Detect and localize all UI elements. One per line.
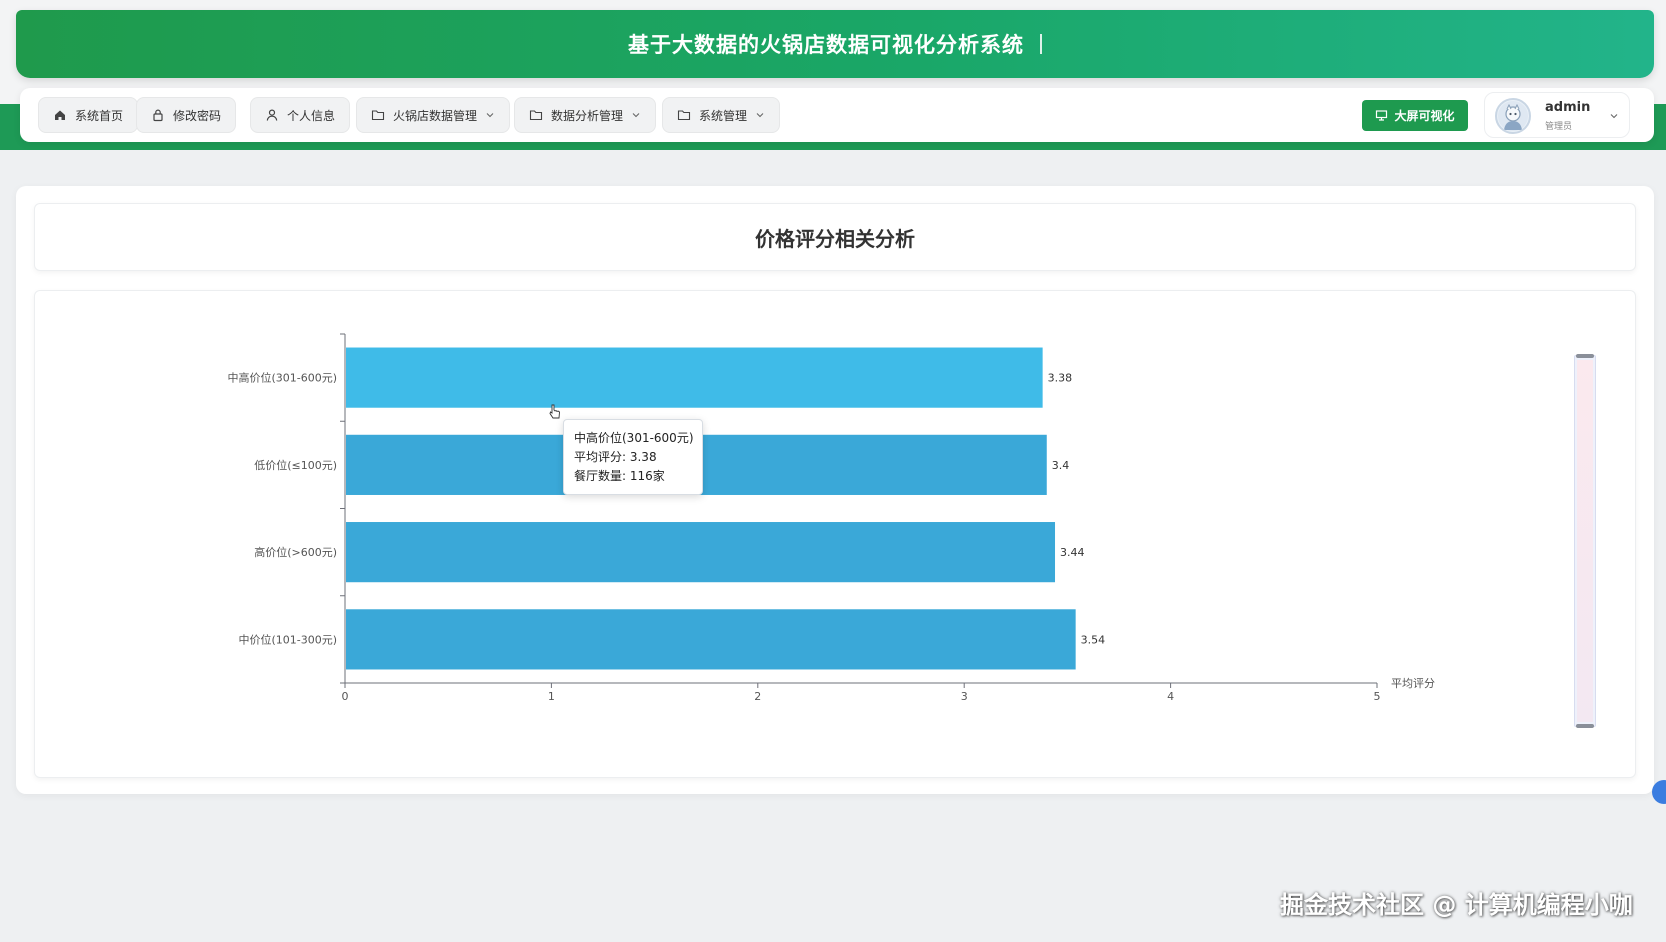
floating-edge-button[interactable]: [1652, 780, 1666, 804]
data-zoom-handle-bottom[interactable]: [1576, 724, 1594, 728]
bar-chart: 中高价位(301-600元) 3.38 低价位(≤100元) 3.4 高价位(>600元…: [227, 333, 1435, 703]
nav-bar: 系统首页 修改密码 个人信息 火锅店数据管理 数据分析管理 系统管理 大屏可视化…: [20, 88, 1654, 142]
chevron-down-icon: [755, 110, 765, 120]
data-zoom-handle-top[interactable]: [1576, 354, 1594, 358]
title-caret: [1040, 34, 1042, 54]
x-tick-label: 2: [754, 690, 761, 703]
nav-item-data-analysis[interactable]: 数据分析管理: [514, 97, 657, 133]
data-label: 3.38: [1048, 372, 1073, 385]
lock-icon: [151, 108, 165, 122]
chevron-down-icon: [631, 110, 641, 120]
nav-item-label: 系统管理: [699, 108, 748, 123]
chart-tooltip: 中高价位(301-600元) 平均评分: 3.38 餐厅数量: 116家: [563, 419, 703, 495]
chart-card: 中高价位(301-600元) 3.38 低价位(≤100元) 3.4 高价位(>600元…: [34, 290, 1636, 778]
y-tick-label: 高价位(>600元): [254, 545, 337, 559]
chevron-down-icon: [1609, 111, 1619, 121]
bar: [346, 609, 1076, 670]
user-name: admin: [1545, 100, 1591, 115]
mouse-cursor-icon: [549, 404, 560, 419]
tooltip-avg-rating: 平均评分: 3.38: [574, 450, 657, 464]
x-axis-label: 平均评分: [1391, 677, 1435, 690]
y-tick-label: 低价位(≤100元): [254, 458, 337, 472]
nav-item-home[interactable]: 系统首页: [38, 97, 139, 133]
x-tick-label: 4: [1167, 690, 1174, 703]
folder-icon: [529, 108, 543, 122]
data-label: 3.4: [1052, 459, 1070, 472]
data-zoom-range: [1577, 360, 1593, 722]
user-role: 管理员: [1545, 122, 1573, 132]
nav-item-profile[interactable]: 个人信息: [250, 97, 351, 133]
nav-item-label: 修改密码: [173, 108, 222, 123]
page-header-card: 价格评分相关分析: [34, 203, 1636, 271]
avatar: [1495, 98, 1531, 134]
tooltip-category: 中高价位(301-600元): [574, 431, 694, 445]
bar: [346, 522, 1056, 583]
data-label: 3.54: [1081, 633, 1106, 646]
folder-icon: [371, 108, 385, 122]
nav-item-label: 个人信息: [287, 108, 336, 123]
nav-item-label: 数据分析管理: [551, 108, 624, 123]
x-tick-label: 0: [342, 690, 349, 703]
data-label: 3.44: [1060, 546, 1085, 559]
watermark: 掘金技术社区 @ 计算机编程小咖: [1280, 891, 1633, 919]
user-icon: [265, 108, 279, 122]
title-bar: 基于大数据的火锅店数据可视化分析系统: [16, 10, 1654, 78]
system-title: 基于大数据的火锅店数据可视化分析系统: [628, 33, 1024, 57]
home-icon: [53, 108, 67, 122]
x-tick-label: 5: [1374, 690, 1381, 703]
x-tick-label: 3: [961, 690, 968, 703]
data-zoom-slider[interactable]: [1574, 354, 1596, 728]
folder-icon: [677, 108, 691, 122]
bigscreen-button[interactable]: 大屏可视化: [1362, 100, 1468, 131]
nav-item-label: 系统首页: [75, 108, 124, 123]
chevron-down-icon: [485, 110, 495, 120]
tooltip-restaurant-count: 餐厅数量: 116家: [574, 469, 665, 483]
bar: [346, 347, 1043, 408]
nav-item-system-admin[interactable]: 系统管理: [662, 97, 781, 133]
user-menu[interactable]: admin 管理员: [1484, 92, 1630, 138]
bigscreen-label: 大屏可视化: [1394, 109, 1455, 123]
y-tick-label: 中价位(101-300元): [238, 632, 337, 646]
nav-item-change-password[interactable]: 修改密码: [136, 97, 237, 133]
y-tick-label: 中高价位(301-600元): [227, 371, 337, 385]
nav-item-label: 火锅店数据管理: [393, 108, 478, 123]
page-title: 价格评分相关分析: [755, 226, 915, 251]
monitor-icon: [1375, 109, 1388, 122]
x-tick-label: 1: [548, 690, 555, 703]
nav-item-hotpot-data[interactable]: 火锅店数据管理: [356, 97, 511, 133]
